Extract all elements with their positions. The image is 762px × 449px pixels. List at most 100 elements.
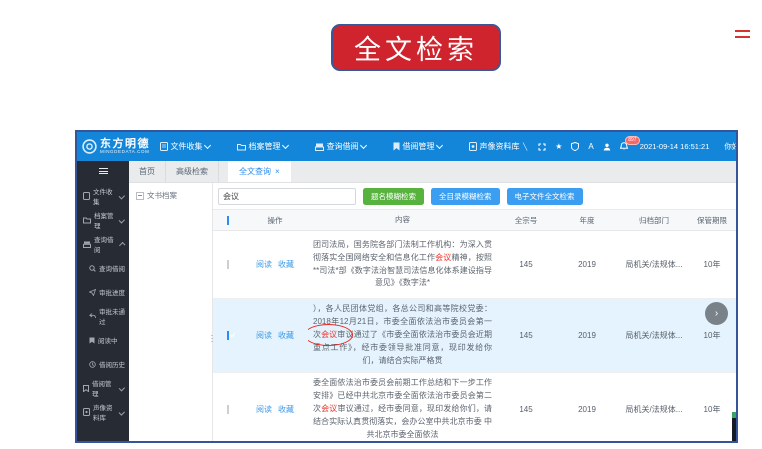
- menu-query-borrow[interactable]: 查询借阅: [315, 141, 366, 152]
- keyword-highlight: 会议: [435, 253, 451, 262]
- tab-label: 首页: [139, 166, 155, 177]
- favorite-link[interactable]: 收藏: [278, 404, 294, 415]
- left-sidebar: 文件收集 档案管理 查询借阅 查询借阅 审批进度 审批未通过: [77, 161, 129, 441]
- full-catalog-fuzzy-search-button[interactable]: 全目录模糊检索: [431, 188, 500, 205]
- close-icon[interactable]: ×: [275, 167, 280, 176]
- table-row: 阅读收藏 委全面依法治市委员会前期工作总结和下一步工作安排》已经中共北京市委全面…: [213, 373, 736, 441]
- caret-slash-icon: ╲: [523, 143, 527, 151]
- title-fuzzy-search-button[interactable]: 题名模糊检索: [363, 188, 424, 205]
- favorite-link[interactable]: 收藏: [278, 259, 294, 270]
- menu-file-collection[interactable]: 文件收集: [160, 141, 210, 152]
- hamburger-menu-icon[interactable]: [735, 30, 750, 42]
- archive-tree-panel: 文书档案: [129, 183, 213, 441]
- chevron-down-icon: [119, 193, 125, 199]
- column-header-fonds: 全宗号: [497, 215, 555, 226]
- logo-icon: [82, 139, 97, 154]
- fonds-cell: 145: [497, 405, 555, 414]
- menu-borrow-management[interactable]: 借阅管理: [393, 141, 442, 152]
- read-link[interactable]: 阅读: [256, 330, 272, 341]
- document-icon: [83, 192, 90, 200]
- folder-icon: [237, 143, 246, 151]
- content-cell: 委全面依法治市委员会前期工作总结和下一步工作安排》已经中共北京市委全面依法治市委…: [308, 373, 497, 441]
- brand-logo[interactable]: 东方明德 MINGDEDATA.COM: [82, 139, 150, 155]
- sidebar-item-file-collection[interactable]: 文件收集: [77, 184, 129, 208]
- printer-icon: [315, 143, 324, 151]
- search-toolbar: 题名模糊检索 全目录模糊检索 电子文件全文检索: [213, 183, 736, 209]
- user-icon[interactable]: [603, 143, 611, 151]
- tab-advanced-search[interactable]: 高级检索: [166, 161, 219, 182]
- department-cell: 局机关/法规体...: [619, 259, 689, 270]
- column-header-operation: 操作: [242, 215, 308, 226]
- sidebar-subitem-query-borrow[interactable]: 查询借阅: [77, 256, 129, 280]
- chevron-up-icon: [119, 242, 125, 248]
- sidebar-item-borrow-management[interactable]: 借阅管理: [77, 376, 129, 400]
- chevron-down-icon: [360, 142, 367, 149]
- chevron-down-icon: [119, 385, 125, 391]
- menu-label: 档案管理: [249, 141, 281, 152]
- row-checkbox[interactable]: [227, 260, 229, 269]
- topbar-icon-group: ★ A 897 2021-09-14 16:51:21 你好 档案管理员: [538, 141, 738, 152]
- favorite-link[interactable]: 收藏: [278, 330, 294, 341]
- sidebar-label: 阅读中: [98, 335, 118, 345]
- sidebar-subitem-reading[interactable]: 阅读中: [77, 328, 129, 352]
- tree-node-document-archive[interactable]: 文书档案: [136, 190, 212, 201]
- read-link[interactable]: 阅读: [256, 404, 272, 415]
- sidebar-subitem-borrow-history[interactable]: 借阅历史: [77, 352, 129, 376]
- fulltext-search-banner-button[interactable]: 全文检索: [331, 24, 501, 71]
- select-all-checkbox[interactable]: [227, 216, 229, 225]
- tab-label: 高级检索: [176, 166, 208, 177]
- tab-label: 全文查询: [239, 166, 271, 177]
- font-size-icon[interactable]: A: [588, 143, 593, 151]
- fullscreen-icon[interactable]: [538, 143, 546, 151]
- column-header-retention: 保管期限: [689, 215, 735, 226]
- retention-cell: 10年: [689, 330, 735, 341]
- keyword-input[interactable]: [218, 188, 356, 205]
- document-icon: [160, 142, 168, 151]
- tab-home[interactable]: 首页: [129, 161, 166, 182]
- brand-domain: MINGDEDATA.COM: [100, 150, 150, 155]
- archive-app-window: 东方明德 MINGDEDATA.COM 文件收集 档案管理 查询借阅 借阅管理: [75, 130, 738, 443]
- menu-label: 借阅管理: [403, 141, 435, 152]
- star-icon[interactable]: ★: [555, 143, 562, 151]
- sidebar-subitem-approval-progress[interactable]: 审批进度: [77, 280, 129, 304]
- sidebar-subitem-approval-rejected[interactable]: 审批未通过: [77, 304, 129, 328]
- printer-icon: [83, 241, 91, 248]
- department-cell: 局机关/法规体...: [619, 330, 689, 341]
- notifications-bell[interactable]: 897: [620, 142, 628, 151]
- menu-label: 声像资料库: [480, 141, 520, 152]
- row-checkbox[interactable]: [227, 331, 229, 340]
- sidebar-collapse-icon[interactable]: [99, 168, 108, 174]
- notification-badge: 897: [625, 136, 640, 145]
- efile-fulltext-search-button[interactable]: 电子文件全文检索: [507, 188, 583, 205]
- shield-icon[interactable]: [571, 142, 579, 151]
- search-icon: [89, 265, 96, 272]
- retention-cell: 10年: [689, 404, 735, 415]
- row-checkbox[interactable]: [227, 405, 229, 414]
- sidebar-label: 档案管理: [94, 210, 117, 230]
- vertical-scrollbar-thumb[interactable]: [732, 412, 736, 441]
- table-row: 阅读收藏 团司法局，国务院各部门法制工作机构：为深入贯彻落实全国网络安全和信息化…: [213, 231, 736, 299]
- year-cell: 2019: [555, 260, 619, 269]
- media-file-icon: [469, 142, 477, 151]
- year-cell: 2019: [555, 405, 619, 414]
- chevron-down-icon: [282, 142, 289, 149]
- sidebar-item-query-borrow[interactable]: 查询借阅: [77, 232, 129, 256]
- chevron-down-icon: [436, 142, 443, 149]
- sidebar-item-av-library[interactable]: 声像资料库: [77, 400, 129, 424]
- bookmark-icon: [89, 337, 95, 344]
- column-header-department: 归档部门: [619, 215, 689, 226]
- tab-fulltext-query[interactable]: 全文查询 ×: [228, 161, 291, 182]
- next-page-arrow-button[interactable]: ›: [705, 302, 728, 325]
- tree-expand-icon[interactable]: [136, 192, 144, 200]
- reply-arrow-icon: [89, 313, 96, 319]
- sidebar-label: 查询借阅: [99, 263, 125, 273]
- sidebar-label: 借阅历史: [99, 359, 125, 369]
- menu-label: 查询借阅: [327, 141, 359, 152]
- sidebar-item-archive-management[interactable]: 档案管理: [77, 208, 129, 232]
- menu-av-library[interactable]: 声像资料库╲: [469, 141, 527, 152]
- user-greeting[interactable]: 你好 档案管理员: [724, 141, 738, 152]
- sidebar-label: 审批未通过: [99, 306, 129, 326]
- menu-archive-management[interactable]: 档案管理: [237, 141, 288, 152]
- read-link[interactable]: 阅读: [256, 259, 272, 270]
- send-icon: [89, 289, 96, 296]
